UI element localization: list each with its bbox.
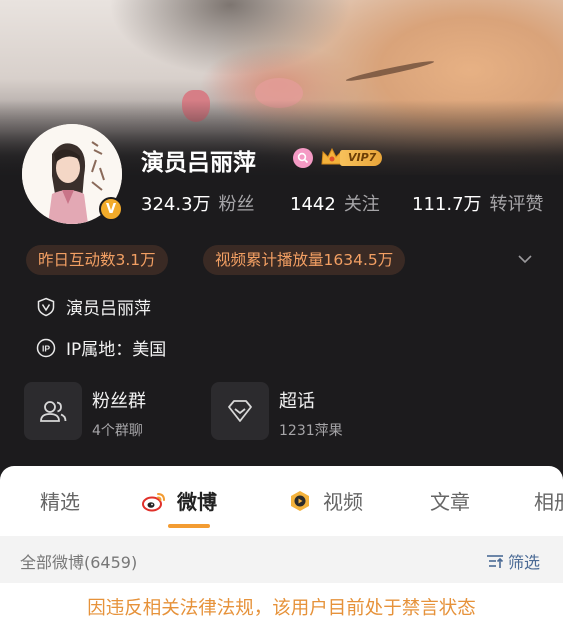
supertopic-tile — [211, 382, 269, 440]
certification-row: 演员吕丽萍 — [36, 294, 151, 319]
stat-value: 111.7万 — [412, 194, 482, 215]
profile-name: 演员吕丽萍 — [141, 150, 256, 176]
content-sheet: 精选 微博 视频 文章 相册 — [0, 466, 563, 640]
vip-level-label: VIP7 — [340, 150, 383, 166]
post-count: 全部微博(6459) — [20, 553, 138, 572]
interaction-chip[interactable]: 昨日互动数3.1万 — [26, 245, 168, 275]
filter-icon — [487, 555, 504, 568]
ip-icon: IP — [36, 338, 56, 357]
tab-albums[interactable]: 相册 — [534, 486, 563, 515]
tab-label: 视频 — [323, 490, 363, 514]
search-icon[interactable] — [293, 148, 313, 168]
weibo-logo-icon — [142, 492, 165, 511]
card-title: 粉丝群 — [92, 391, 146, 412]
vip-badge[interactable]: VIP7 — [320, 146, 388, 168]
certification-text: 演员吕丽萍 — [66, 299, 151, 319]
ban-notice: 因违反相关法律法规，该用户目前处于禁言状态 — [87, 598, 476, 619]
stat-value: 1442 — [290, 194, 336, 215]
active-tab-indicator — [168, 524, 210, 528]
filter-button[interactable]: 筛选 — [486, 549, 540, 573]
shield-v-icon — [37, 297, 55, 316]
chevron-down-icon[interactable] — [518, 252, 532, 266]
fans-group-tile — [24, 382, 82, 440]
fans-group-icon — [40, 401, 67, 422]
tab-video[interactable]: 视频 — [287, 486, 363, 515]
tab-featured[interactable]: 精选 — [40, 486, 80, 515]
feed-subbar: 全部微博(6459) 筛选 — [0, 536, 563, 583]
card-subtitle: 1231萍果 — [279, 423, 343, 439]
card-title: 超话 — [279, 391, 315, 412]
stat-following[interactable]: 1442 关注 — [290, 190, 380, 216]
tab-label: 微博 — [177, 490, 217, 514]
ip-location-text: IP属地：美国 — [66, 340, 167, 360]
filter-label: 筛选 — [508, 553, 541, 572]
cover-image-detail — [345, 58, 435, 84]
tab-label: 精选 — [40, 490, 80, 514]
svg-text:IP: IP — [42, 343, 50, 353]
stat-value: 324.3万 — [141, 194, 211, 215]
supertopic-icon — [228, 400, 252, 422]
tab-weibo[interactable]: 微博 — [141, 486, 217, 515]
stat-likes[interactable]: 111.7万 转评赞 — [412, 190, 544, 216]
tab-label: 文章 — [430, 490, 470, 514]
tab-bar: 精选 微博 视频 文章 相册 — [0, 466, 563, 534]
verified-badge: V — [99, 197, 123, 221]
video-icon — [291, 490, 309, 511]
stat-label: 关注 — [343, 194, 380, 215]
stat-label: 转评赞 — [489, 194, 544, 215]
tab-label: 相册 — [534, 490, 563, 514]
video-plays-chip[interactable]: 视频累计播放量1634.5万 — [203, 245, 406, 275]
card-subtitle: 4个群聊 — [92, 423, 143, 439]
ip-location-row: IP IP属地：美国 — [36, 335, 166, 360]
tab-articles[interactable]: 文章 — [430, 486, 470, 515]
stat-label: 粉丝 — [218, 194, 255, 215]
stat-followers[interactable]: 324.3万 粉丝 — [141, 190, 255, 216]
